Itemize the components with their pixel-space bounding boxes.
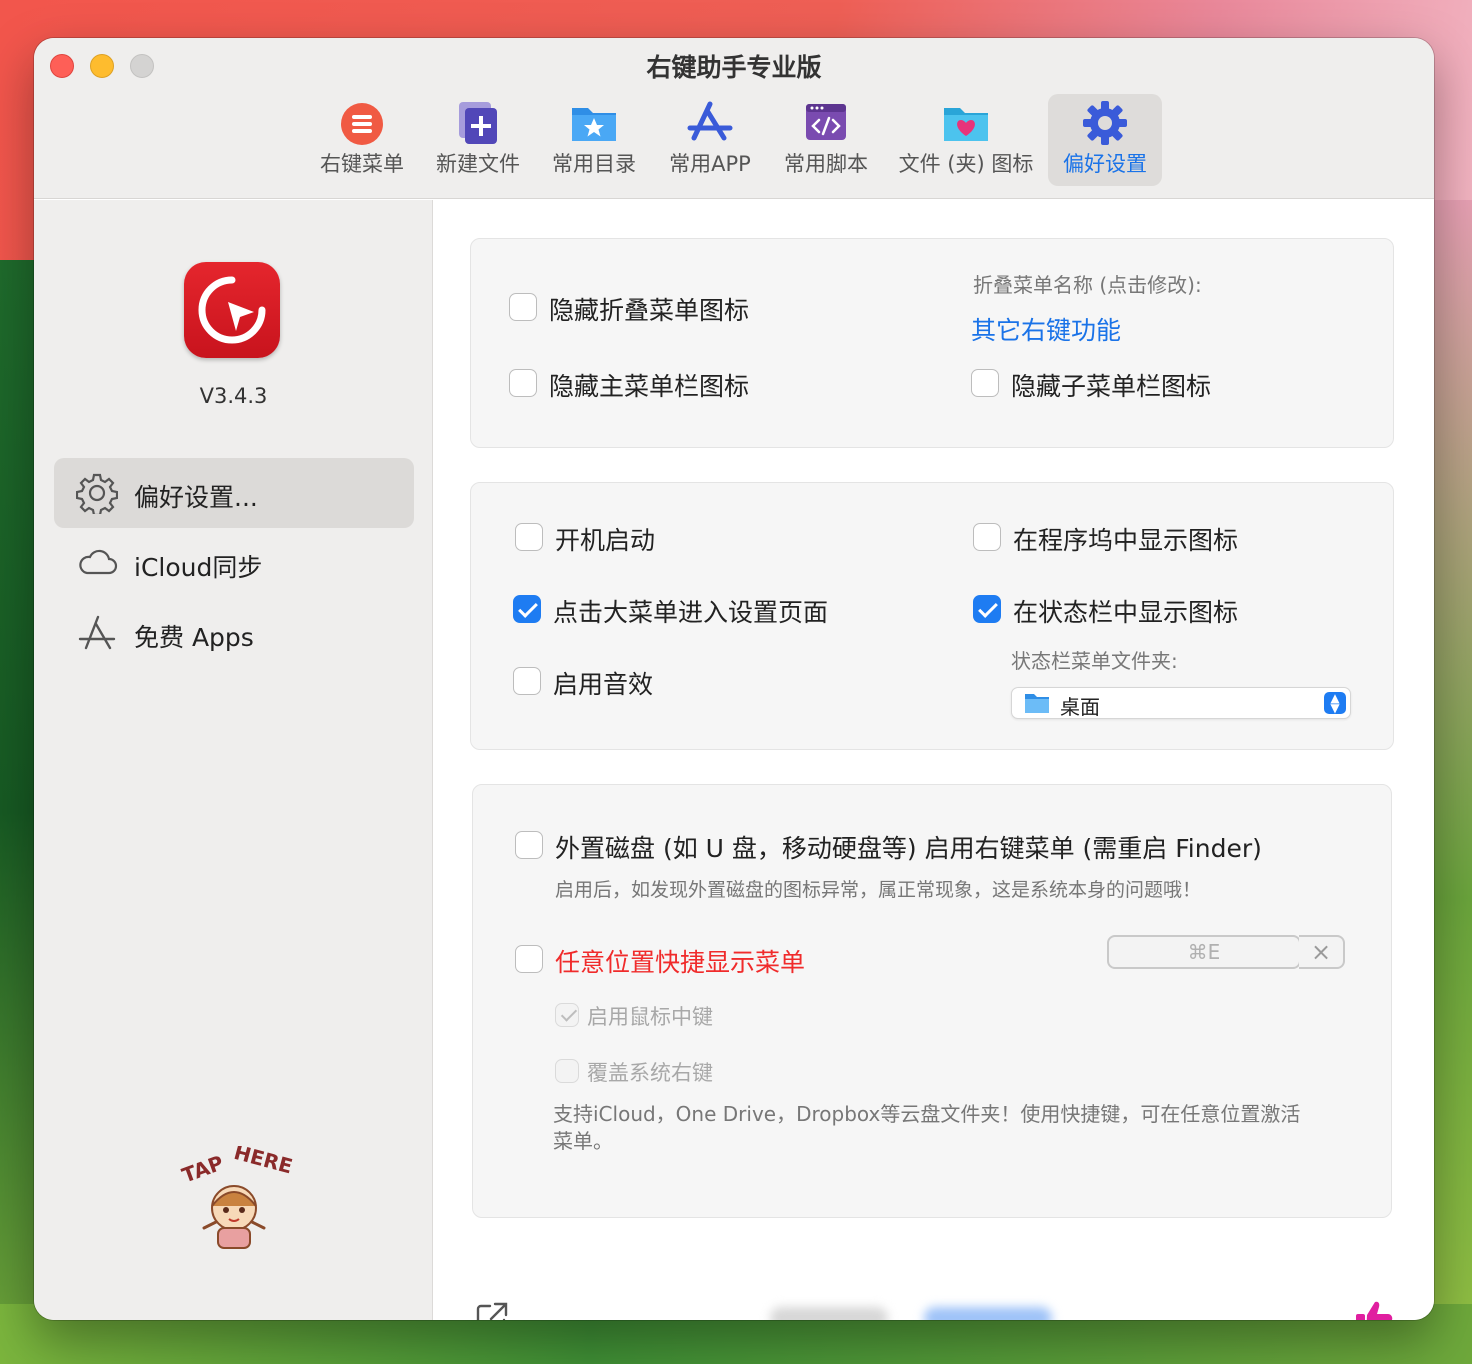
- blurred-link: [924, 1307, 1052, 1320]
- enable-sound-label: 启用音效: [553, 670, 654, 699]
- app-logo: [184, 262, 280, 358]
- svg-text:HERE: HERE: [231, 1146, 294, 1179]
- tab-context-menu[interactable]: 右键菜单: [312, 94, 412, 186]
- tab-label: 常用脚本: [784, 152, 868, 176]
- hide-fold-icon-checkbox[interactable]: [509, 293, 537, 321]
- override-right-click-label: 覆盖系统右键: [587, 1061, 713, 1085]
- show-in-dock-label: 在程序坞中显示图标: [1013, 526, 1239, 555]
- launch-at-login-checkbox[interactable]: [515, 523, 543, 551]
- sidebar-item-label: iCloud同步: [134, 553, 263, 582]
- new-file-icon: [459, 102, 497, 144]
- sidebar-item-icloud[interactable]: iCloud同步: [54, 528, 414, 598]
- tab-favorite-apps[interactable]: 常用APP: [660, 94, 760, 186]
- close-icon: ×: [1310, 938, 1332, 966]
- app-window: 右键助手专业版 右键菜单 新建文件 常用目录 常用APP 常用脚本 文件 (夹)…: [34, 38, 1434, 1320]
- cloud-icon: [79, 549, 118, 575]
- clear-shortcut-button[interactable]: ×: [1299, 935, 1345, 969]
- sidebar-item-label: 偏好设置...: [134, 483, 258, 512]
- hide-main-icon-label: 隐藏主菜单栏图标: [549, 372, 750, 401]
- sidebar-item-label: 免费 Apps: [134, 623, 254, 652]
- general-panel: 开机启动 点击大菜单进入设置页面 启用音效 在程序坞中显示图标 在状态栏中显示图…: [470, 482, 1394, 750]
- toolbar: 右键菜单 新建文件 常用目录 常用APP 常用脚本 文件 (夹) 图标 偏好设置: [34, 94, 1434, 188]
- tap-here-mascot[interactable]: TAP HERE: [174, 1140, 295, 1256]
- sidebar-item-free-apps[interactable]: 免费 Apps: [54, 598, 414, 668]
- tab-label: 偏好设置: [1063, 152, 1147, 176]
- chevron-up-down-icon: ▲ ▼: [1324, 692, 1346, 714]
- tab-label: 常用APP: [669, 152, 751, 176]
- anywhere-menu-checkbox[interactable]: [515, 945, 543, 973]
- statusbar-folder-caption: 状态栏菜单文件夹:: [1011, 649, 1178, 673]
- external-link-icon[interactable]: [474, 1300, 510, 1320]
- cloud-support-note: 支持iCloud，One Drive，Dropbox等云盘文件夹！使用快捷键，可…: [553, 1102, 1301, 1153]
- favorite-folder-icon: [572, 108, 616, 141]
- advanced-panel: 外置磁盘 (如 U 盘，移动硬盘等) 启用右键菜单 (需重启 Finder) 启…: [472, 784, 1392, 1218]
- fold-menu-name-link[interactable]: 其它右键功能: [971, 311, 1121, 347]
- gear-icon: [1083, 101, 1127, 145]
- fold-menu-name-caption: 折叠菜单名称 (点击修改):: [973, 273, 1202, 297]
- app-version: V3.4.3: [199, 384, 268, 408]
- svg-text:TAP: TAP: [179, 1151, 227, 1188]
- middle-click-checkbox[interactable]: [555, 1003, 579, 1027]
- hide-submenu-icon-label: 隐藏子菜单栏图标: [1011, 372, 1212, 401]
- window-title: 右键助手专业版: [646, 53, 822, 82]
- external-disk-label: 外置磁盘 (如 U 盘，移动硬盘等) 启用右键菜单 (需重启 Finder): [555, 834, 1262, 863]
- tab-new-file[interactable]: 新建文件: [428, 94, 528, 186]
- sidebar: V3.4.3 偏好设置... iCloud同步 免费 Apps TAP HERE: [34, 200, 433, 1320]
- hide-main-icon-checkbox[interactable]: [509, 369, 537, 397]
- middle-click-label: 启用鼠标中键: [587, 1005, 713, 1029]
- app-store-icon: [687, 101, 733, 141]
- script-icon: [806, 104, 846, 140]
- launch-at-login-label: 开机启动: [555, 526, 656, 555]
- tab-preferences[interactable]: 偏好设置: [1048, 94, 1162, 186]
- statusbar-folder-select[interactable]: 桌面 ▲ ▼: [1011, 687, 1351, 719]
- folder-icon: [1025, 694, 1049, 713]
- tab-file-folder-icons[interactable]: 文件 (夹) 图标: [892, 94, 1040, 186]
- app-store-icon: [78, 615, 116, 650]
- anywhere-menu-label: 任意位置快捷显示菜单: [555, 948, 806, 977]
- override-right-click-checkbox[interactable]: [555, 1059, 579, 1083]
- hide-fold-icon-label: 隐藏折叠菜单图标: [549, 296, 750, 325]
- show-in-statusbar-checkbox[interactable]: [973, 595, 1001, 623]
- tab-label: 文件 (夹) 图标: [898, 152, 1034, 176]
- blurred-text: [770, 1307, 888, 1320]
- tab-scripts[interactable]: 常用脚本: [776, 94, 876, 186]
- show-in-dock-checkbox[interactable]: [973, 523, 1001, 551]
- thumbs-up-icon[interactable]: [1354, 1298, 1394, 1320]
- tab-label: 新建文件: [436, 152, 520, 176]
- folder-heart-icon: [944, 108, 988, 141]
- shortcut-recorder[interactable]: ⌘E: [1107, 935, 1301, 969]
- tab-label: 常用目录: [552, 152, 636, 176]
- statusbar-folder-value: 桌面: [1060, 695, 1100, 719]
- click-enter-settings-checkbox[interactable]: [513, 595, 541, 623]
- hide-submenu-icon-checkbox[interactable]: [971, 369, 999, 397]
- tab-label: 右键菜单: [320, 152, 404, 176]
- external-disk-checkbox[interactable]: [515, 831, 543, 859]
- mascot-illustration: TAP HERE: [179, 1140, 295, 1249]
- show-in-statusbar-label: 在状态栏中显示图标: [1013, 598, 1239, 627]
- tab-favorite-folders[interactable]: 常用目录: [544, 94, 644, 186]
- external-disk-note: 启用后，如发现外置磁盘的图标异常，属正常现象，这是系统本身的问题哦！: [555, 879, 1202, 901]
- app-logo-icon: [198, 276, 266, 344]
- menu-icon-panel: 隐藏折叠菜单图标 隐藏主菜单栏图标 折叠菜单名称 (点击修改): 其它右键功能 …: [470, 238, 1394, 448]
- click-enter-settings-label: 点击大菜单进入设置页面: [553, 598, 829, 627]
- sidebar-item-preferences[interactable]: 偏好设置...: [54, 458, 414, 528]
- context-menu-icon: [341, 103, 383, 145]
- gear-icon: [76, 473, 118, 514]
- preferences-content: 隐藏折叠菜单图标 隐藏主菜单栏图标 折叠菜单名称 (点击修改): 其它右键功能 …: [434, 200, 1434, 1320]
- titlebar: 右键助手专业版 右键菜单 新建文件 常用目录 常用APP 常用脚本 文件 (夹)…: [34, 38, 1434, 199]
- enable-sound-checkbox[interactable]: [513, 667, 541, 695]
